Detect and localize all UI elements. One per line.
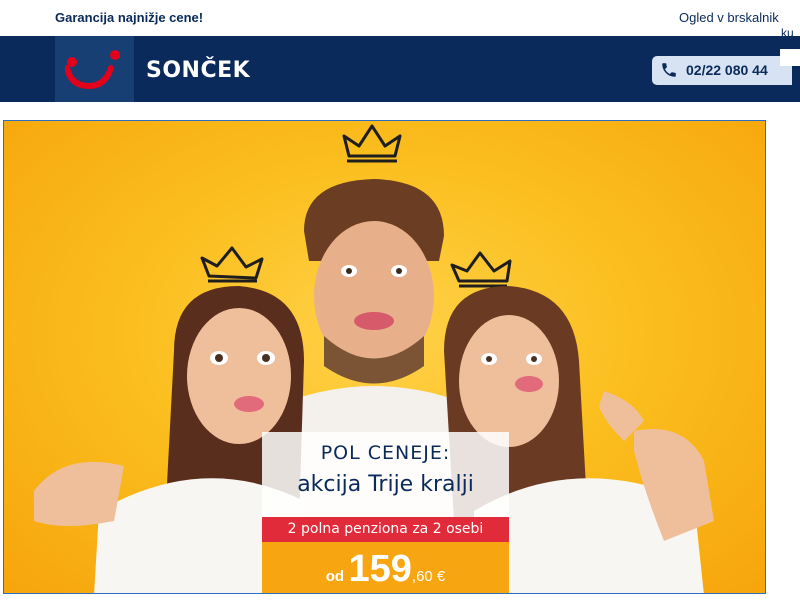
header-bar: SONČEK 02/22 080 44 bbox=[0, 36, 800, 102]
view-in-browser-link[interactable]: Ogled v brskalnik bbox=[679, 10, 779, 25]
spacer bbox=[0, 102, 800, 120]
promo-title: akcija Trije kralji bbox=[297, 472, 474, 497]
promo-heading-box: POL CENEJE: akcija Trije kralji bbox=[262, 432, 509, 517]
phone-icon bbox=[662, 63, 676, 77]
crown-left-icon bbox=[200, 246, 264, 283]
crown-right-icon bbox=[450, 251, 512, 288]
price-prefix: od bbox=[325, 568, 345, 585]
promo-price-box: od 159,60 € bbox=[262, 542, 509, 593]
tui-smile-logo-icon bbox=[65, 50, 120, 90]
brand-name: SONČEK bbox=[146, 58, 251, 83]
header-corner bbox=[780, 49, 800, 66]
promo-panel[interactable]: POL CENEJE: akcija Trije kralji 2 polna … bbox=[262, 432, 509, 593]
phone-number: 02/22 080 44 bbox=[686, 62, 768, 78]
top-strip: Garancija najnižje cene! Ogled v brskaln… bbox=[0, 0, 800, 36]
price-main: 159 bbox=[348, 548, 412, 590]
hero-banner[interactable]: POL CENEJE: akcija Trije kralji 2 polna … bbox=[3, 120, 766, 594]
promo-half-price: POL CENEJE: bbox=[320, 442, 451, 464]
lowest-price-guarantee-text: Garancija najnižje cene! bbox=[55, 10, 204, 25]
promo-offer: 2 polna penziona za 2 osebi bbox=[262, 517, 509, 542]
tui-logo[interactable] bbox=[55, 36, 134, 102]
phone-button[interactable]: 02/22 080 44 bbox=[652, 56, 792, 85]
crown-center-icon bbox=[342, 124, 402, 163]
price-decimal: ,60 € bbox=[411, 568, 446, 585]
